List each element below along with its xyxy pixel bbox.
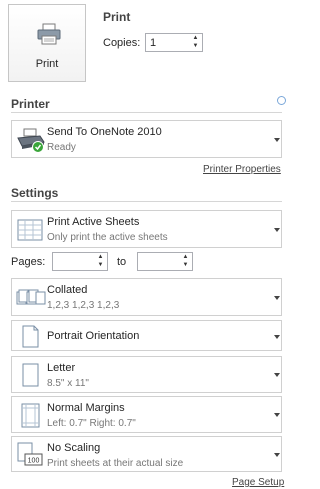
orientation-dropdown[interactable]: Portrait Orientation [11,320,282,351]
chevron-down-icon [274,453,280,457]
settings-section-title: Settings [11,186,59,200]
paper-size-title: Letter [47,362,76,374]
pages-to-label: to [117,256,127,268]
print-scope-dropdown[interactable]: Print Active Sheets Only print the activ… [11,210,282,248]
scaling-icon: 100 [17,442,43,466]
scaling-title: No Scaling [47,442,101,454]
chevron-down-icon [274,413,280,417]
chevron-down-icon [274,373,280,377]
spin-down-icon[interactable]: ▼ [179,261,192,269]
chevron-down-icon [274,335,280,339]
chevron-down-icon [274,228,280,232]
pages-from-input[interactable]: ▲ ▼ [52,252,108,271]
spin-down-icon[interactable]: ▼ [94,261,107,269]
pages-to-spin[interactable]: ▲ ▼ [179,253,192,270]
orientation-title: Portrait Orientation [47,330,140,342]
scaling-subtitle: Print sheets at their actual size [47,458,184,469]
sheets-icon [17,219,43,241]
printer-section-title: Printer [11,97,50,111]
scaling-icon-text: 100 [28,458,40,465]
print-scope-title: Print Active Sheets [47,216,140,228]
chevron-down-icon [274,138,280,142]
print-button[interactable]: Print [8,4,86,82]
copies-spin[interactable]: ▲ ▼ [189,34,202,51]
portrait-page-icon [22,325,39,348]
margins-title: Normal Margins [47,402,125,414]
copies-stepper[interactable]: 1 ▲ ▼ [145,33,203,52]
margins-icon [21,403,40,428]
spin-up-icon[interactable]: ▲ [189,34,202,42]
margins-dropdown[interactable]: Normal Margins Left: 0.7" Right: 0.7" [11,396,282,433]
chevron-down-icon [274,296,280,300]
collation-dropdown[interactable]: Collated 1,2,3 1,2,3 1,2,3 [11,278,282,316]
info-icon[interactable] [277,96,286,105]
pages-label: Pages: [11,256,46,268]
print-scope-subtitle: Only print the active sheets [47,232,168,243]
spin-down-icon[interactable]: ▼ [189,42,202,50]
page-setup-link[interactable]: Page Setup [232,477,284,488]
margins-subtitle: Left: 0.7" Right: 0.7" [47,418,136,429]
collation-title: Collated [47,284,88,296]
printer-status: Ready [47,142,76,153]
paper-icon [22,363,39,387]
collation-subtitle: 1,2,3 1,2,3 1,2,3 [47,300,120,311]
spin-up-icon[interactable]: ▲ [94,253,107,261]
copies-label: Copies: [103,37,141,49]
collated-icon [16,289,46,305]
printer-dropdown[interactable]: Send To OneNote 2010 Ready [11,120,282,158]
spin-up-icon[interactable]: ▲ [179,253,192,261]
printer-device-icon [17,128,45,153]
print-button-label: Print [35,58,59,70]
printer-name: Send To OneNote 2010 [47,126,162,138]
print-title: Print [103,10,131,24]
printer-properties-link[interactable]: Printer Properties [203,164,281,175]
paper-size-subtitle: 8.5" x 11" [47,378,89,389]
pages-from-spin[interactable]: ▲ ▼ [94,253,107,270]
pages-to-input[interactable]: ▲ ▼ [137,252,193,271]
settings-divider [11,201,282,202]
printer-divider [11,112,282,113]
scaling-dropdown[interactable]: 100 No Scaling Print sheets at their act… [11,436,282,472]
paper-size-dropdown[interactable]: Letter 8.5" x 11" [11,356,282,393]
printer-icon [37,23,61,45]
copies-value: 1 [150,37,157,49]
